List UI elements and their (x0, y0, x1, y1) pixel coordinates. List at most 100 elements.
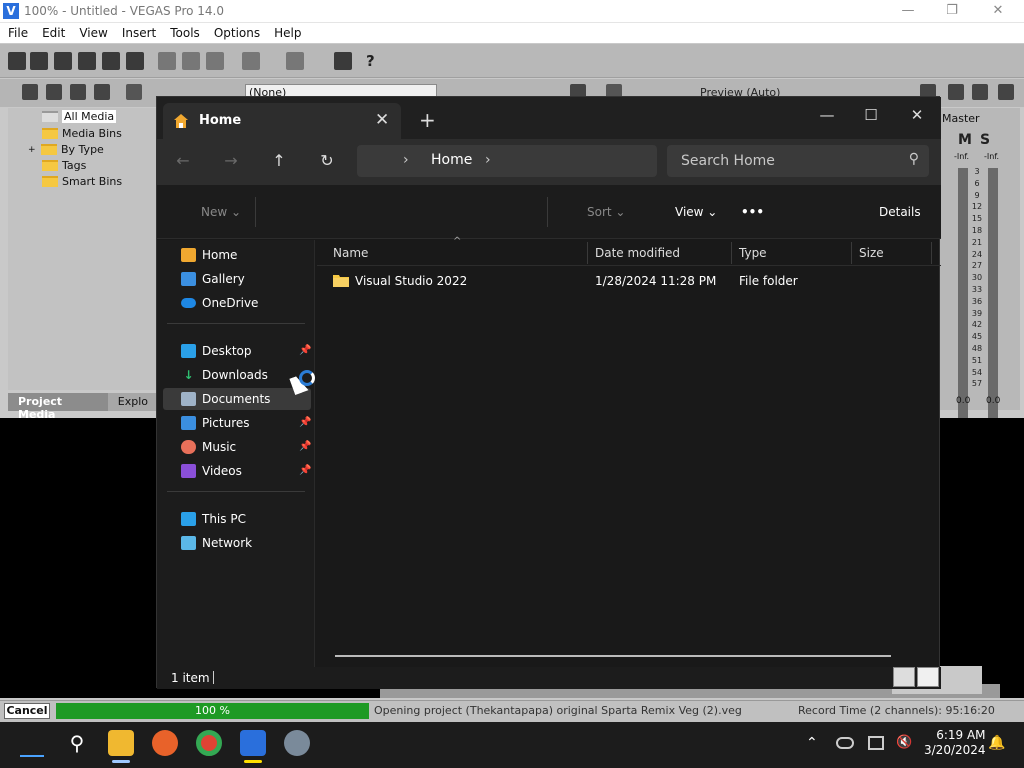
table-row[interactable]: Visual Studio 2022 1/28/2024 11:28 PM Fi… (317, 269, 937, 293)
column-date-modified[interactable]: Date modified (595, 246, 680, 260)
column-name[interactable]: Name (333, 246, 368, 260)
chevron-right-icon[interactable]: › (485, 152, 491, 168)
master-solo-button[interactable]: S (980, 132, 990, 148)
media-tool-icon[interactable] (22, 84, 38, 100)
meter-scale-tick: 39 (971, 308, 983, 318)
cancel-button[interactable]: Cancel (4, 703, 50, 719)
close-tab-icon[interactable]: ✕ (375, 110, 389, 130)
sidebar-item-music[interactable]: Music 📌 (163, 436, 311, 458)
redo-icon[interactable] (286, 52, 304, 70)
back-icon[interactable]: ← (169, 149, 197, 173)
display-icon[interactable] (868, 736, 884, 750)
open-icon[interactable] (30, 52, 48, 70)
clock[interactable]: 6:19 AM 3/20/2024 (924, 728, 986, 758)
minimize-icon[interactable]: — (896, 2, 920, 20)
volume-muted-icon[interactable]: 🔇 (896, 735, 912, 750)
sidebar-item-home[interactable]: Home (163, 244, 311, 266)
tree-item-by-type[interactable]: + By Type (28, 143, 104, 156)
save-as-icon[interactable] (78, 52, 96, 70)
notifications-bell-icon[interactable]: 🔔 (988, 735, 1005, 751)
cut-icon[interactable] (158, 52, 176, 70)
widgets-icon[interactable] (20, 755, 44, 757)
capture-icon[interactable] (70, 84, 86, 100)
expand-plus-icon[interactable]: + (28, 145, 37, 155)
view-button[interactable]: View ⌄ (675, 205, 717, 219)
save-icon[interactable] (54, 52, 72, 70)
menu-insert[interactable]: Insert (122, 26, 156, 40)
search-icon[interactable]: ⚲ (64, 730, 90, 756)
close-icon[interactable]: ✕ (986, 2, 1010, 20)
sidebar-item-pictures[interactable]: Pictures 📌 (163, 412, 311, 434)
tree-item-smart-bins[interactable]: Smart Bins (42, 175, 122, 188)
sidebar-item-desktop[interactable]: Desktop 📌 (163, 340, 311, 362)
sidebar-item-gallery[interactable]: Gallery (163, 268, 311, 290)
sort-button[interactable]: Sort ⌄ (587, 205, 625, 219)
remove-icon[interactable] (126, 84, 142, 100)
help-icon[interactable]: ? (366, 52, 384, 70)
folder-icon (42, 128, 58, 139)
sidebar-item-downloads[interactable]: ↓ Downloads (163, 364, 311, 386)
new-project-icon[interactable] (8, 52, 26, 70)
undo-icon[interactable] (242, 52, 260, 70)
explorer-minimize-icon[interactable]: — (807, 103, 847, 127)
details-view-icon[interactable] (893, 667, 915, 687)
sidebar-item-documents[interactable]: Documents (163, 388, 311, 410)
tree-item-media-bins[interactable]: Media Bins (42, 127, 122, 140)
enable-snapping-icon[interactable] (334, 52, 352, 70)
breadcrumb-home[interactable]: Home (431, 152, 472, 168)
menu-options[interactable]: Options (214, 26, 260, 40)
refresh-icon[interactable]: ↻ (313, 149, 341, 173)
up-icon[interactable]: ↑ (265, 149, 293, 173)
column-divider[interactable] (851, 242, 852, 264)
paste-icon[interactable] (206, 52, 224, 70)
tree-item-tags[interactable]: Tags (42, 159, 86, 172)
vegas-pro-icon[interactable] (240, 730, 266, 756)
master-mute-button[interactable]: M (958, 132, 972, 148)
more-options-button[interactable]: ••• (741, 205, 764, 219)
menu-edit[interactable]: Edit (42, 26, 65, 40)
column-type[interactable]: Type (739, 246, 767, 260)
menu-tools[interactable]: Tools (170, 26, 200, 40)
sidebar-item-onedrive[interactable]: OneDrive (163, 292, 311, 314)
explorer-close-icon[interactable]: ✕ (897, 103, 937, 127)
menu-file[interactable]: File (8, 26, 28, 40)
column-divider[interactable] (587, 242, 588, 264)
column-divider[interactable] (931, 242, 932, 264)
column-size[interactable]: Size (859, 246, 884, 260)
copy-icon[interactable] (182, 52, 200, 70)
horizontal-scrollbar[interactable] (335, 655, 891, 657)
import-icon[interactable] (46, 84, 62, 100)
restore-icon[interactable]: ❐ (940, 2, 964, 20)
chevron-up-icon[interactable]: ⌃ (806, 735, 818, 751)
details-pane-button[interactable]: Details (879, 205, 921, 219)
menu-view[interactable]: View (79, 26, 107, 40)
menu-help[interactable]: Help (274, 26, 301, 40)
settings-gear-icon[interactable] (284, 730, 310, 756)
new-tab-icon[interactable]: + (419, 108, 436, 132)
firefox-icon[interactable] (152, 730, 178, 756)
address-bar[interactable]: › Home › (357, 145, 657, 177)
sidebar-item-this-pc[interactable]: This PC (163, 508, 311, 530)
explorer-tab[interactable]: Home ✕ (163, 103, 401, 139)
web-icon[interactable] (94, 84, 110, 100)
render-icon[interactable] (102, 52, 120, 70)
downmix-icon[interactable] (948, 84, 964, 100)
file-explorer-icon[interactable] (108, 730, 134, 756)
properties-gear-icon[interactable] (126, 52, 144, 70)
onedrive-offline-icon[interactable] (836, 737, 854, 749)
large-icons-view-icon[interactable] (917, 667, 939, 687)
documents-icon (181, 392, 196, 406)
tab-explorer[interactable]: Explo (108, 393, 158, 411)
forward-icon[interactable]: → (217, 149, 245, 173)
new-button[interactable]: New ⌄ (201, 205, 241, 219)
explorer-maximize-icon[interactable]: ☐ (851, 103, 891, 127)
search-input[interactable]: Search Home ⚲ (667, 145, 929, 177)
dim-icon[interactable] (972, 84, 988, 100)
column-divider[interactable] (731, 242, 732, 264)
sidebar-item-network[interactable]: Network (163, 532, 311, 554)
sidebar-item-videos[interactable]: Videos 📌 (163, 460, 311, 482)
tab-project-media[interactable]: Project Media (8, 393, 108, 421)
mixer-icon[interactable] (998, 84, 1014, 100)
chrome-icon[interactable] (196, 730, 222, 756)
tree-item-all-media[interactable]: All Media (42, 110, 117, 123)
